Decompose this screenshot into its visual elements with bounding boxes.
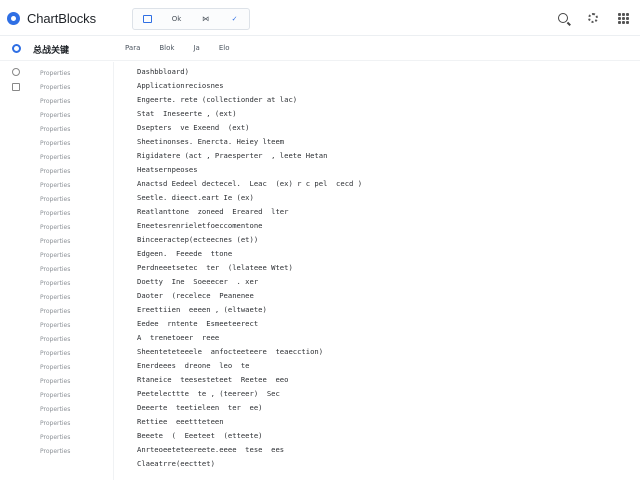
- content-line[interactable]: Perdneeetsetec ter (lelateee Wtet): [137, 261, 362, 275]
- top-bar: ChartBlocks Ok ⋈ ✓: [0, 0, 640, 36]
- apps-button[interactable]: [616, 11, 630, 25]
- content-line[interactable]: Sheetinonses. Enercta. Heiey lteem: [137, 135, 362, 149]
- content-line[interactable]: Sheenteteteeele anfocteeteere teaecction…: [137, 345, 362, 359]
- brand[interactable]: ChartBlocks: [7, 10, 96, 26]
- sidebar-item[interactable]: Properties: [40, 445, 70, 459]
- workspace-bar: 总战关键 Para Blok Ja Elo: [0, 36, 640, 61]
- content-line[interactable]: Eneetesrenrieletfoeccomentone: [137, 219, 362, 233]
- content-line[interactable]: Seetle. dieect.eart Ie (ex): [137, 191, 362, 205]
- toolbar-ok-label: Ok: [171, 15, 182, 23]
- sidebar-item[interactable]: Properties: [40, 123, 70, 137]
- sidebar-item[interactable]: Properties: [40, 403, 70, 417]
- content-list: Dashbbloard) Applicationreciosnes Engeerte…: [137, 65, 362, 471]
- content-line[interactable]: Ereettiien eeeen , (eltwaete): [137, 303, 362, 317]
- sidebar-item[interactable]: Properties: [40, 81, 70, 95]
- content-line[interactable]: Claeatrre(eecttet): [137, 457, 362, 471]
- search-icon: [558, 13, 568, 23]
- sidebar-item[interactable]: Properties: [40, 207, 70, 221]
- sidebar-item[interactable]: Properties: [40, 193, 70, 207]
- content-line[interactable]: Eedee rntente Esmeeteerect: [137, 317, 362, 331]
- content-line[interactable]: Stat Ineseerte , (ext): [137, 107, 362, 121]
- settings-button[interactable]: [586, 11, 600, 25]
- content-line[interactable]: Rtaneice teesesteteet Reetee eeo: [137, 373, 362, 387]
- sidebar-item[interactable]: Properties: [40, 221, 70, 235]
- sidebar: Properties Properties Properties Properties…: [0, 62, 114, 480]
- sidebar-item[interactable]: Properties: [40, 137, 70, 151]
- content-line[interactable]: Doetty Ine Soeeecer . xer: [137, 275, 362, 289]
- toolbar-check-button[interactable]: ✓: [220, 9, 249, 29]
- sidebar-item[interactable]: Properties: [40, 333, 70, 347]
- sidebar-item[interactable]: Properties: [40, 109, 70, 123]
- logo-icon: [7, 11, 20, 25]
- sidebar-item[interactable]: Properties: [40, 67, 70, 81]
- app-title: ChartBlocks: [27, 10, 96, 26]
- workspace-icon: [12, 44, 21, 53]
- sidebar-item[interactable]: Properties: [40, 347, 70, 361]
- content-line[interactable]: Applicationreciosnes: [137, 79, 362, 93]
- content-line[interactable]: Heatsernpeoses: [137, 163, 362, 177]
- sidebar-icons: [12, 68, 20, 98]
- content-line[interactable]: Rettiee eeettteteen: [137, 415, 362, 429]
- toolbar: Ok ⋈ ✓: [132, 8, 250, 30]
- subtabs: Para Blok Ja Elo: [125, 44, 248, 52]
- sidebar-item[interactable]: Properties: [40, 305, 70, 319]
- sidebar-item[interactable]: Properties: [40, 235, 70, 249]
- main-content: Dashbbloard) Applicationreciosnes Engeerte…: [114, 62, 640, 480]
- sidebar-item[interactable]: Properties: [40, 263, 70, 277]
- sidebar-item[interactable]: Properties: [40, 431, 70, 445]
- content-line[interactable]: Binceeractep(ecteecnes (et)): [137, 233, 362, 247]
- sidebar-item[interactable]: Properties: [40, 389, 70, 403]
- toolbar-check-label: ✓: [231, 15, 238, 23]
- circle-icon[interactable]: [12, 68, 20, 76]
- sidebar-item[interactable]: Properties: [40, 165, 70, 179]
- subtab-blok[interactable]: Blok: [159, 44, 174, 52]
- toolbar-box-button[interactable]: [133, 9, 162, 29]
- box-icon: [143, 15, 152, 23]
- content-line[interactable]: Deeerte teetieleen ter ee): [137, 401, 362, 415]
- subtab-elo[interactable]: Elo: [219, 44, 230, 52]
- grid-icon: [618, 13, 629, 24]
- content-line[interactable]: Daoter (recelece Peanenee: [137, 289, 362, 303]
- toolbar-ok-button[interactable]: Ok: [162, 9, 191, 29]
- gear-icon: [588, 13, 598, 23]
- content-line[interactable]: Engeerte. rete (collectionder at lac): [137, 93, 362, 107]
- content-line[interactable]: Edgeen. Feeede ttone: [137, 247, 362, 261]
- sidebar-item[interactable]: Properties: [40, 361, 70, 375]
- document-icon[interactable]: [12, 83, 20, 91]
- sidebar-item[interactable]: Properties: [40, 291, 70, 305]
- sidebar-list: Properties Properties Properties Properties…: [40, 67, 70, 459]
- workspace-title: 总战关键: [33, 46, 70, 56]
- sidebar-item[interactable]: Properties: [40, 319, 70, 333]
- toolbar-link-button[interactable]: ⋈: [191, 9, 220, 29]
- sidebar-item[interactable]: Properties: [40, 417, 70, 431]
- content-line[interactable]: A trenetoeer reee: [137, 331, 362, 345]
- sidebar-item[interactable]: Properties: [40, 277, 70, 291]
- content-line[interactable]: Dashbbloard): [137, 65, 362, 79]
- content-line[interactable]: Reatlanttone zoneed Ereared lter: [137, 205, 362, 219]
- subtab-para[interactable]: Para: [125, 44, 140, 52]
- content-line[interactable]: Enerdeees dreone leo te: [137, 359, 362, 373]
- sidebar-item[interactable]: Properties: [40, 375, 70, 389]
- content-line[interactable]: Anrteoeeteteereete.eeee tese ees: [137, 443, 362, 457]
- content-line[interactable]: Dsepters ve Exeend (ext): [137, 121, 362, 135]
- sidebar-item[interactable]: Properties: [40, 95, 70, 109]
- search-button[interactable]: [556, 11, 570, 25]
- content-line[interactable]: Anactsd Eedeel dectecel. Leac (ex) r c p…: [137, 177, 362, 191]
- toolbar-link-label: ⋈: [202, 15, 209, 23]
- subtab-ja[interactable]: Ja: [193, 44, 199, 52]
- sidebar-item[interactable]: Properties: [40, 151, 70, 165]
- sidebar-item[interactable]: Properties: [40, 249, 70, 263]
- content-line[interactable]: Rigidatere (act , Praesperter , leete He…: [137, 149, 362, 163]
- content-line[interactable]: Beeete ( Eeeteet (etteete): [137, 429, 362, 443]
- sidebar-item[interactable]: Properties: [40, 179, 70, 193]
- content-line[interactable]: Peetelecttte te , (teereer) Sec: [137, 387, 362, 401]
